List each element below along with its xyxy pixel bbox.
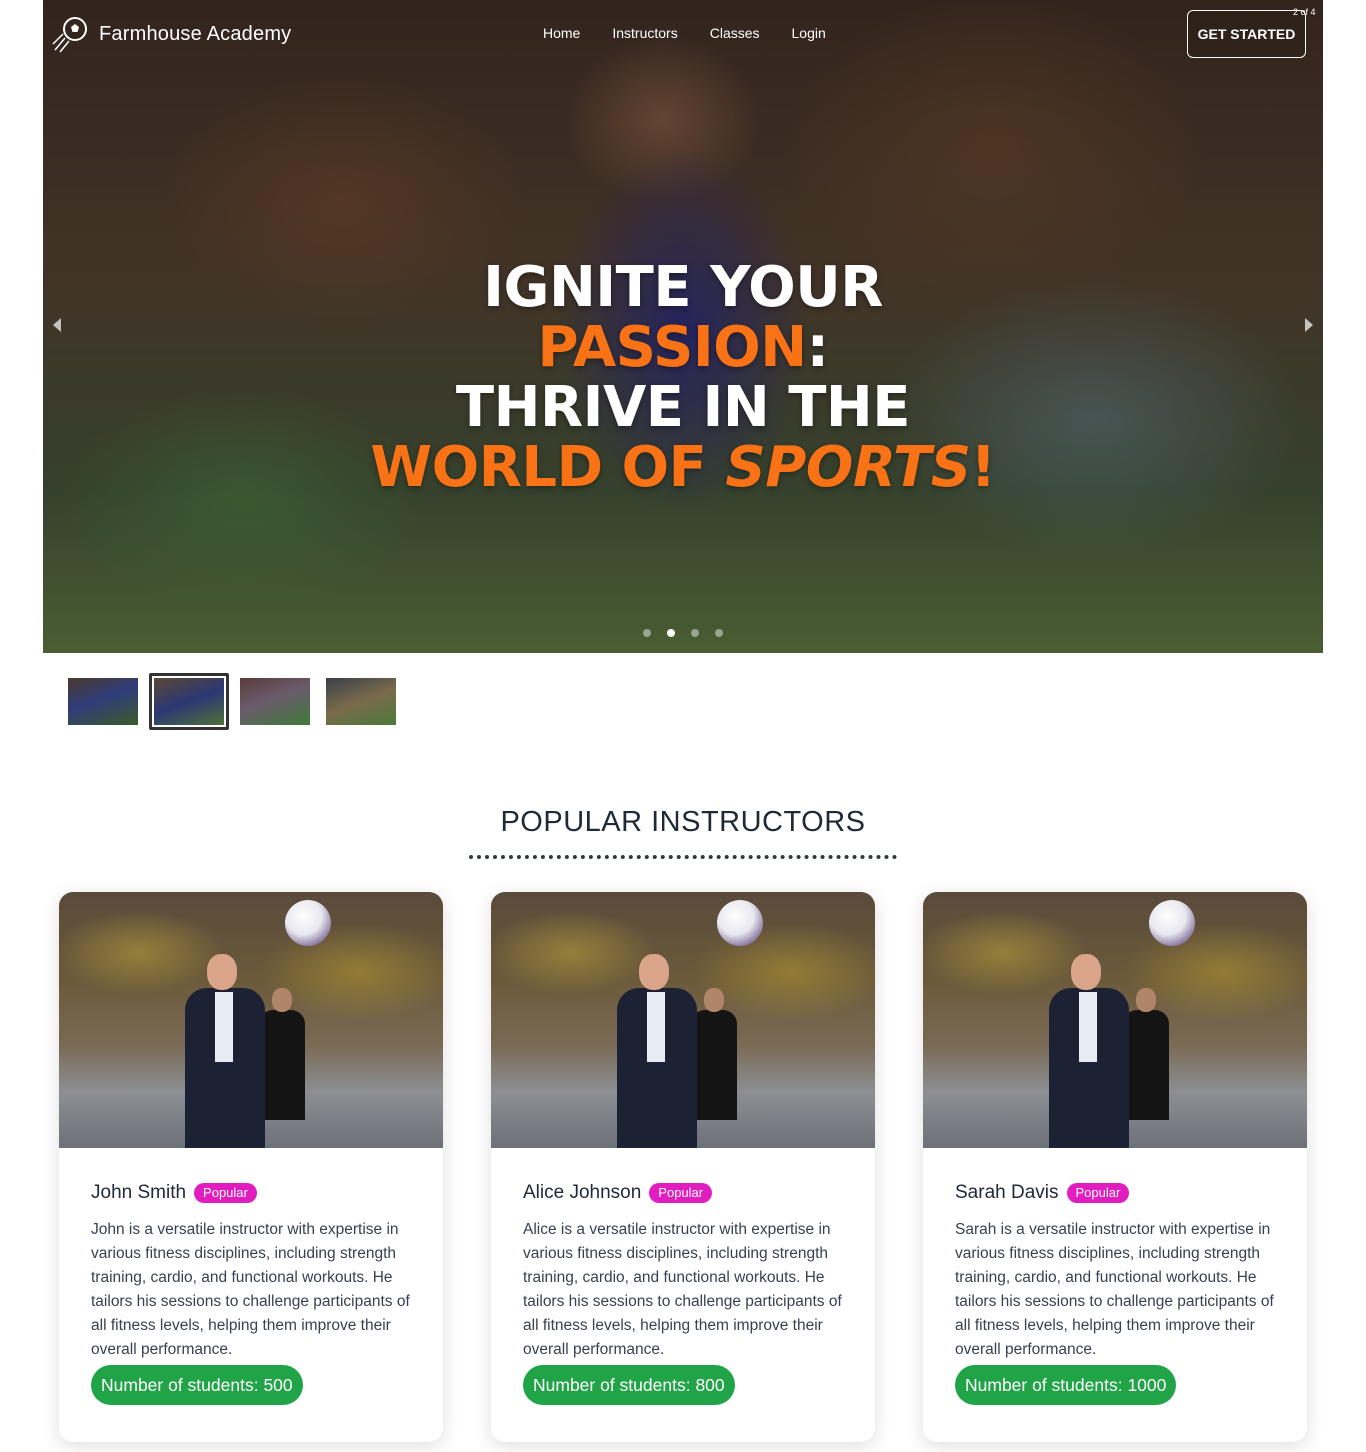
instructor-card[interactable]: John Smith Popular John is a versatile i… xyxy=(59,892,443,1442)
student-count-pill: Number of students: 1000 xyxy=(955,1365,1177,1405)
slide-counter: 2 of 4 xyxy=(1293,7,1316,17)
thumbnail-3[interactable] xyxy=(240,678,310,725)
card-name-row: Sarah Davis Popular xyxy=(955,1182,1277,1204)
soccer-ball-graphic xyxy=(1149,900,1195,946)
photo-figure-referee-head xyxy=(272,988,292,1012)
instructor-photo xyxy=(491,892,875,1148)
soccer-ball-graphic xyxy=(717,900,763,946)
popular-badge: Popular xyxy=(194,1183,257,1203)
card-body: John Smith Popular John is a versatile i… xyxy=(91,1182,413,1405)
instructor-card[interactable]: Alice Johnson Popular Alice is a versati… xyxy=(491,892,875,1442)
nav-instructors[interactable]: Instructors xyxy=(612,25,677,41)
instructor-description: Alice is a versatile instructor with exp… xyxy=(523,1221,842,1358)
instructor-card[interactable]: Sarah Davis Popular Sarah is a versatile… xyxy=(923,892,1307,1442)
soccer-ball-icon xyxy=(51,14,91,54)
instructor-name: Sarah Davis xyxy=(955,1182,1059,1203)
thumbnail-1[interactable] xyxy=(68,678,138,725)
instructor-photo xyxy=(59,892,443,1148)
headline-exclaim: ! xyxy=(970,435,997,500)
hero-headline: IGNITE YOUR PASSION: THRIVE IN THE WORLD… xyxy=(43,258,1323,498)
section-title: POPULAR INSTRUCTORS xyxy=(500,806,866,838)
headline-sports: SPORTS xyxy=(725,435,971,500)
carousel-dots xyxy=(643,629,723,637)
nav-home[interactable]: Home xyxy=(543,25,580,41)
thumbnail-selected-frame xyxy=(149,673,229,730)
instructor-description: John is a versatile instructor with expe… xyxy=(91,1221,410,1358)
photo-figure-referee xyxy=(1123,1010,1169,1120)
carousel-dot-3[interactable] xyxy=(691,629,699,637)
popular-badge: Popular xyxy=(1066,1183,1130,1203)
instructor-description: Sarah is a versatile instructor with exp… xyxy=(955,1221,1274,1358)
brand[interactable]: Farmhouse Academy xyxy=(51,14,291,54)
popular-badge: Popular xyxy=(649,1183,713,1203)
photo-figure-referee xyxy=(259,1010,305,1120)
carousel-next-arrow-icon[interactable] xyxy=(1305,318,1313,332)
headline-passion: PASSION xyxy=(537,315,807,380)
photo-figure-coach-head xyxy=(1071,954,1101,990)
card-name-row: Alice Johnson Popular xyxy=(523,1182,845,1204)
photo-figure-coach-head xyxy=(207,954,237,990)
headline-colon: : xyxy=(806,315,829,380)
headline-world-of: WORLD OF xyxy=(370,435,707,500)
photo-figure-referee-head xyxy=(704,988,724,1012)
hero-carousel: Farmhouse Academy Home Instructors Class… xyxy=(43,0,1323,653)
headline-line-1: IGNITE YOUR xyxy=(483,255,883,320)
photo-figure-referee-head xyxy=(1136,988,1156,1012)
instructor-name: Alice Johnson xyxy=(523,1182,642,1203)
section-divider xyxy=(469,855,897,859)
instructor-photo xyxy=(923,892,1307,1148)
student-count-pill: Number of students: 800 xyxy=(523,1365,735,1405)
photo-figure-coach-head xyxy=(639,954,669,990)
brand-name: Farmhouse Academy xyxy=(99,22,292,45)
carousel-dot-4[interactable] xyxy=(715,629,723,637)
headline-line-4: WORLD OF SPORTS! xyxy=(43,438,1323,498)
carousel-dot-1[interactable] xyxy=(643,629,651,637)
card-name-row: John Smith Popular xyxy=(91,1182,413,1204)
instructor-name: John Smith xyxy=(91,1182,187,1203)
headline-line-3: THRIVE IN THE xyxy=(455,375,911,440)
carousel-dot-2[interactable] xyxy=(667,629,675,637)
photo-figure-coach-shirt xyxy=(215,992,233,1062)
student-count-pill: Number of students: 500 xyxy=(91,1365,303,1405)
photo-figure-referee xyxy=(691,1010,737,1120)
card-body: Alice Johnson Popular Alice is a versati… xyxy=(523,1182,845,1405)
soccer-ball-graphic xyxy=(285,900,331,946)
headline-line-2: PASSION: xyxy=(43,318,1323,378)
card-body: Sarah Davis Popular Sarah is a versatile… xyxy=(955,1182,1277,1405)
get-started-button[interactable]: GET STARTED xyxy=(1187,10,1306,58)
photo-figure-coach-shirt xyxy=(1079,992,1097,1062)
nav-login[interactable]: Login xyxy=(792,25,826,41)
thumbnail-4[interactable] xyxy=(326,678,396,725)
nav-classes[interactable]: Classes xyxy=(710,25,760,41)
photo-figure-coach-shirt xyxy=(647,992,665,1062)
main-nav: Home Instructors Classes Login xyxy=(543,25,826,41)
carousel-prev-arrow-icon[interactable] xyxy=(53,318,61,332)
